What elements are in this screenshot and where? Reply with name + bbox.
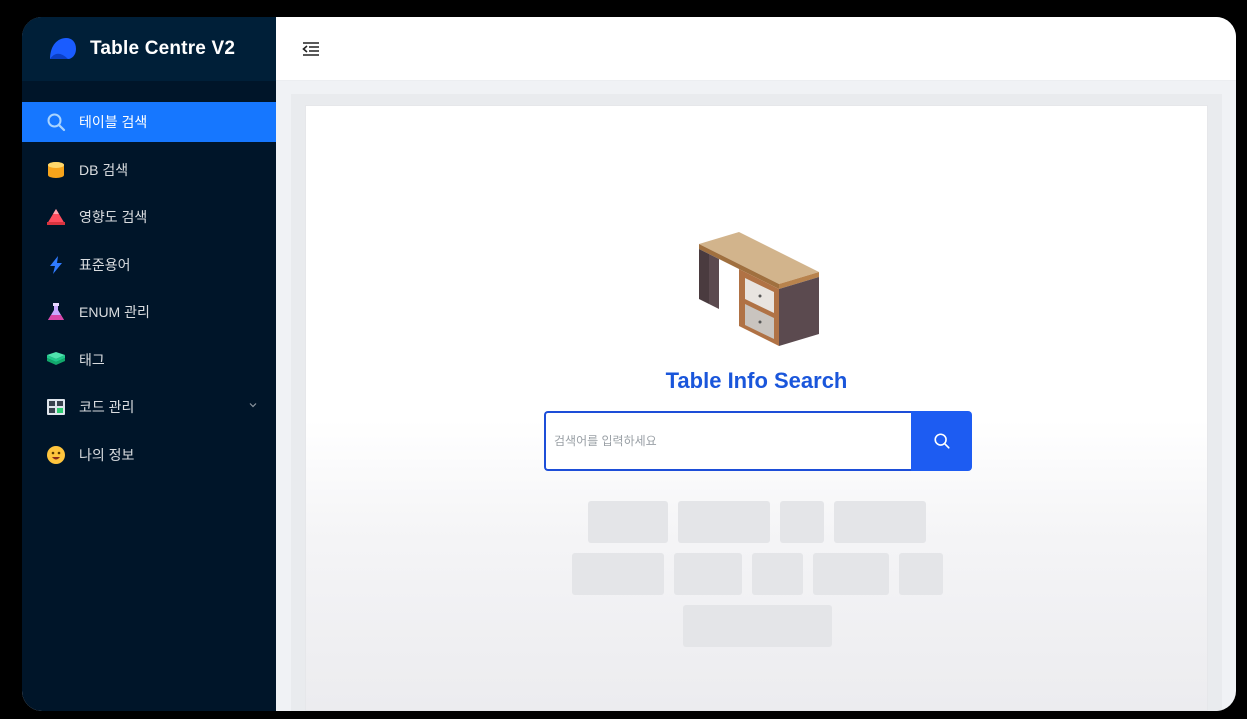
page-title: Table Info Search (665, 368, 848, 393)
sidebar-item-label: 태그 (79, 351, 105, 368)
search-card: Table Info Search (305, 105, 1208, 711)
sidebar-item-my-info[interactable]: 나의 정보 (22, 435, 276, 475)
database-icon (46, 160, 66, 180)
lightning-icon (46, 255, 66, 275)
flask-icon (46, 302, 66, 322)
sidebar-item-label: ENUM 관리 (79, 304, 150, 320)
code-board-icon (46, 397, 66, 417)
placeholder-chip (683, 605, 832, 647)
sidebar-item-impact-search[interactable]: 영향도 검색 (22, 197, 276, 237)
placeholder-chip (678, 501, 770, 543)
top-header (276, 17, 1236, 81)
search-icon (46, 112, 66, 132)
search-bar (544, 411, 972, 471)
search-icon (933, 433, 950, 449)
smiley-icon (46, 445, 66, 465)
placeholder-chip (752, 553, 803, 595)
sidebar: Table Centre V2 테이블 검색 DB 검색 영향도 검색 표준용어… (22, 17, 276, 711)
app-title: Table Centre V2 (90, 38, 236, 59)
main-content: Table Info Search (291, 94, 1222, 711)
sidebar-item-label: 표준용어 (79, 256, 131, 273)
chevron-down-icon[interactable] (248, 400, 258, 410)
desk-illustration (694, 226, 824, 356)
sidebar-item-standard-terms[interactable]: 표준용어 (22, 245, 276, 285)
menu-fold-icon[interactable] (300, 38, 322, 60)
sidebar-item-enum-management[interactable]: ENUM 관리 (22, 292, 276, 332)
sidebar-item-label: 코드 관리 (79, 399, 135, 415)
brand-header[interactable]: Table Centre V2 (22, 17, 276, 81)
sidebar-item-table-search[interactable]: 테이블 검색 (22, 102, 276, 142)
sidebar-item-label: DB 검색 (79, 161, 129, 178)
placeholder-chip (588, 501, 668, 543)
placeholder-chip (780, 501, 824, 543)
sidebar-item-label: 나의 정보 (79, 446, 135, 463)
app-window: Table Centre V2 테이블 검색 DB 검색 영향도 검색 표준용어… (22, 17, 1236, 711)
sidebar-item-tags[interactable]: 태그 (22, 340, 276, 380)
placeholder-chip (674, 553, 742, 595)
placeholder-chip (572, 553, 664, 595)
sidebar-item-db-search[interactable]: DB 검색 (22, 150, 276, 190)
search-input[interactable] (544, 411, 911, 471)
sidebar-item-code-management[interactable]: 코드 관리 (22, 387, 276, 427)
placeholder-chip (899, 553, 943, 595)
placeholder-chip (834, 501, 926, 543)
impact-icon (46, 207, 66, 227)
placeholder-chip (813, 553, 889, 595)
search-button[interactable] (911, 411, 972, 471)
sidebar-menu: 테이블 검색 DB 검색 영향도 검색 표준용어 ENUM 관리 태그 코드 관… (22, 102, 276, 475)
sidebar-item-label: 영향도 검색 (79, 209, 148, 225)
logo-icon (46, 33, 78, 65)
layers-icon (46, 350, 66, 370)
sidebar-item-label: 테이블 검색 (79, 114, 148, 130)
